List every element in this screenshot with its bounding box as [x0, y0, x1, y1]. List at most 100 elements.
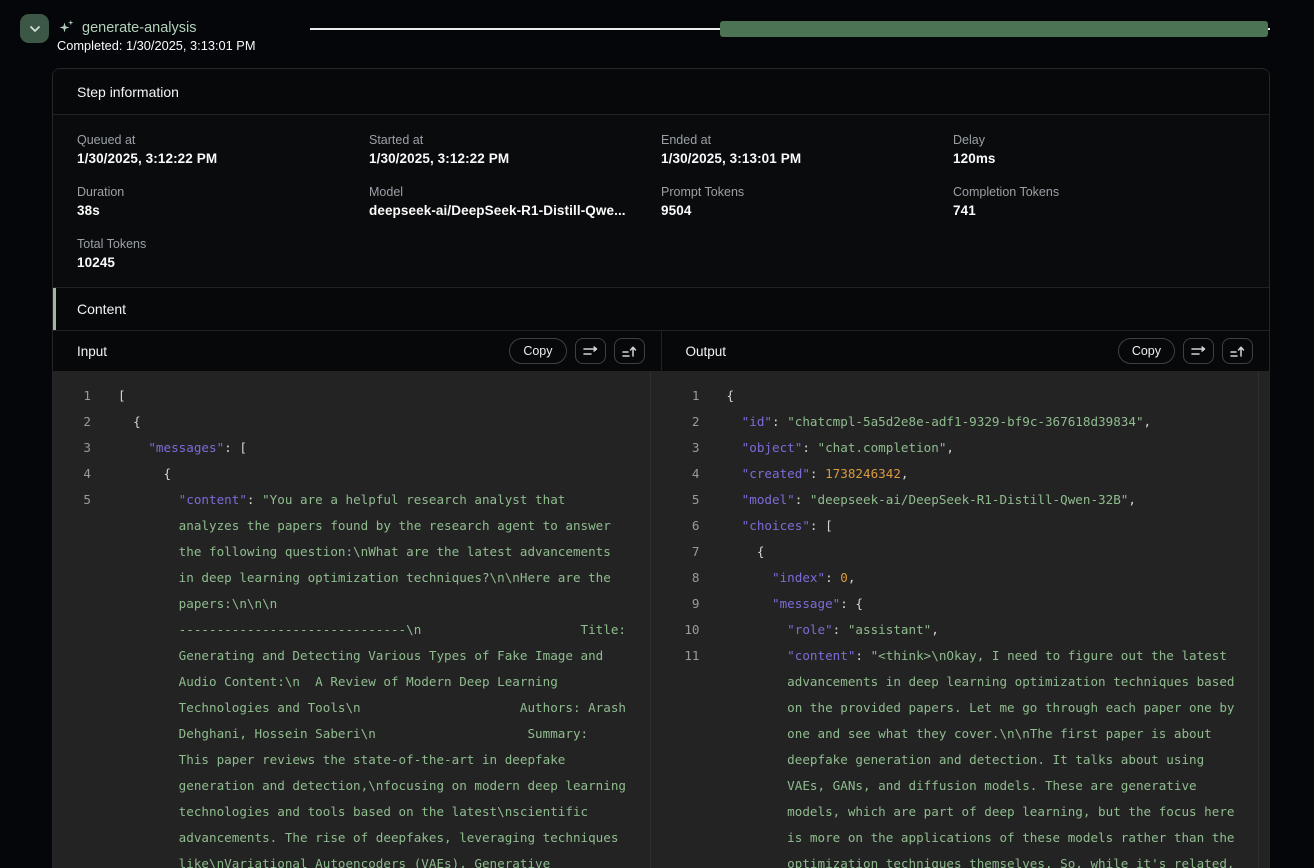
output-code-editor[interactable]: 1{2 "id": "chatcmpl-5a5d2e8e-adf1-9329-b… — [662, 371, 1270, 868]
input-expand-button[interactable] — [614, 338, 645, 364]
code-text: optimization techniques themselves. So, … — [700, 851, 1235, 868]
code-line: This paper reviews the state-of-the-art … — [53, 747, 661, 773]
line-number — [67, 695, 91, 721]
code-text: "object": "chat.completion", — [700, 435, 955, 461]
code-text: on the provided papers. Let me go throug… — [700, 695, 1235, 721]
line-number — [67, 643, 91, 669]
code-text: analyzes the papers found by the researc… — [91, 513, 611, 539]
input-copy-button[interactable]: Copy — [509, 338, 566, 364]
code-line: Technologies and Tools\n Authors: Arash — [53, 695, 661, 721]
code-line: 3 "messages": [ — [53, 435, 661, 461]
code-line: 10 "role": "assistant", — [662, 617, 1270, 643]
code-text: [ — [91, 383, 126, 409]
code-line: 8 "index": 0, — [662, 565, 1270, 591]
code-text: "content": "<think>\nOkay, I need to fig… — [700, 643, 1227, 669]
code-line: 6 "choices": [ — [662, 513, 1270, 539]
code-text: "model": "deepseek-ai/DeepSeek-R1-Distil… — [700, 487, 1136, 513]
output-wrap-lines-button[interactable] — [1183, 338, 1214, 364]
output-copy-button[interactable]: Copy — [1118, 338, 1175, 364]
code-line: in deep learning optimization techniques… — [53, 565, 661, 591]
code-line: optimization techniques themselves. So, … — [662, 851, 1270, 868]
output-expand-button[interactable] — [1222, 338, 1253, 364]
line-number — [67, 851, 91, 868]
code-line: 1[ — [53, 383, 661, 409]
line-number — [67, 799, 91, 825]
timeline-track — [310, 21, 1270, 37]
input-wrap-lines-button[interactable] — [575, 338, 606, 364]
code-line: the following question:\nWhat are the la… — [53, 539, 661, 565]
stat-value: 741 — [953, 203, 1245, 218]
collapse-step-button[interactable] — [20, 14, 49, 43]
line-number — [67, 617, 91, 643]
stat-label: Delay — [953, 133, 1245, 147]
line-number: 9 — [676, 591, 700, 617]
code-text: This paper reviews the state-of-the-art … — [91, 747, 565, 773]
line-number — [67, 539, 91, 565]
code-line: VAEs, GANs, and diffusion models. These … — [662, 773, 1270, 799]
output-scrollbar[interactable] — [1258, 371, 1259, 868]
code-line: 11 "content": "<think>\nOkay, I need to … — [662, 643, 1270, 669]
content-section-header[interactable]: Content — [53, 287, 1269, 331]
code-line: advancements. The rise of deepfakes, lev… — [53, 825, 661, 851]
code-text: VAEs, GANs, and diffusion models. These … — [700, 773, 1197, 799]
code-line: one and see what they cover.\n\nThe firs… — [662, 721, 1270, 747]
line-number: 6 — [676, 513, 700, 539]
timeline-span-bar[interactable] — [720, 21, 1268, 37]
line-number — [676, 669, 700, 695]
step-information-header: Step information — [53, 69, 1269, 115]
input-code-editor[interactable]: 1[2 {3 "messages": [4 {5 "content": "You… — [53, 371, 661, 868]
line-number — [676, 747, 700, 773]
input-panel-title: Input — [77, 344, 107, 359]
code-text: "index": 0, — [700, 565, 856, 591]
code-line: 2 { — [53, 409, 661, 435]
code-text: Dehghani, Hossein Saberi\n Summary: — [91, 721, 588, 747]
code-line: deepfake generation and detection. It ta… — [662, 747, 1270, 773]
code-line: generation and detection,\nfocusing on m… — [53, 773, 661, 799]
stat-duration: Duration38s — [77, 185, 369, 237]
line-number — [676, 825, 700, 851]
expand-up-icon — [1230, 345, 1245, 358]
code-text: like\nVariational Autoencoders (VAEs), G… — [91, 851, 550, 868]
stat-value: 1/30/2025, 3:12:22 PM — [369, 151, 661, 166]
line-number: 3 — [67, 435, 91, 461]
code-text: { — [700, 383, 735, 409]
code-text: { — [91, 409, 141, 435]
code-text: models, which are part of deep learning,… — [700, 799, 1235, 825]
code-line: papers:\n\n\n — [53, 591, 661, 617]
input-scrollbar[interactable] — [650, 371, 651, 868]
line-number: 4 — [676, 461, 700, 487]
code-line: is more on the applications of these mod… — [662, 825, 1270, 851]
line-number: 7 — [676, 539, 700, 565]
code-text: "role": "assistant", — [700, 617, 939, 643]
code-line: 7 { — [662, 539, 1270, 565]
code-text: "id": "chatcmpl-5a5d2e8e-adf1-9329-bf9c-… — [700, 409, 1152, 435]
code-text: deepfake generation and detection. It ta… — [700, 747, 1205, 773]
line-number: 1 — [676, 383, 700, 409]
input-panel-header: Input Copy — [53, 331, 661, 371]
stat-delay: Delay120ms — [953, 133, 1245, 185]
stat-started-at: Started at1/30/2025, 3:12:22 PM — [369, 133, 661, 185]
stat-value: 1/30/2025, 3:12:22 PM — [77, 151, 369, 166]
stat-value: 38s — [77, 203, 369, 218]
code-line: on the provided papers. Let me go throug… — [662, 695, 1270, 721]
code-text: "choices": [ — [700, 513, 833, 539]
line-number — [67, 773, 91, 799]
code-text: one and see what they cover.\n\nThe firs… — [700, 721, 1212, 747]
code-line: 5 "model": "deepseek-ai/DeepSeek-R1-Dist… — [662, 487, 1270, 513]
code-text: { — [91, 461, 171, 487]
line-number: 8 — [676, 565, 700, 591]
line-number: 2 — [67, 409, 91, 435]
line-number: 11 — [676, 643, 700, 669]
line-number — [67, 669, 91, 695]
output-panel-header: Output Copy — [662, 331, 1270, 371]
code-text: ------------------------------\n Title: — [91, 617, 626, 643]
line-number — [67, 591, 91, 617]
code-text: "content": "You are a helpful research a… — [91, 487, 565, 513]
stat-model: Modeldeepseek-ai/DeepSeek-R1-Distill-Qwe… — [369, 185, 661, 237]
line-number — [676, 773, 700, 799]
step-title: generate-analysis — [82, 20, 196, 36]
stat-ended-at: Ended at1/30/2025, 3:13:01 PM — [661, 133, 953, 185]
code-line: Generating and Detecting Various Types o… — [53, 643, 661, 669]
stat-value: deepseek-ai/DeepSeek-R1-Distill-Qwe... — [369, 203, 661, 218]
code-text: advancements in deep learning optimizati… — [700, 669, 1235, 695]
